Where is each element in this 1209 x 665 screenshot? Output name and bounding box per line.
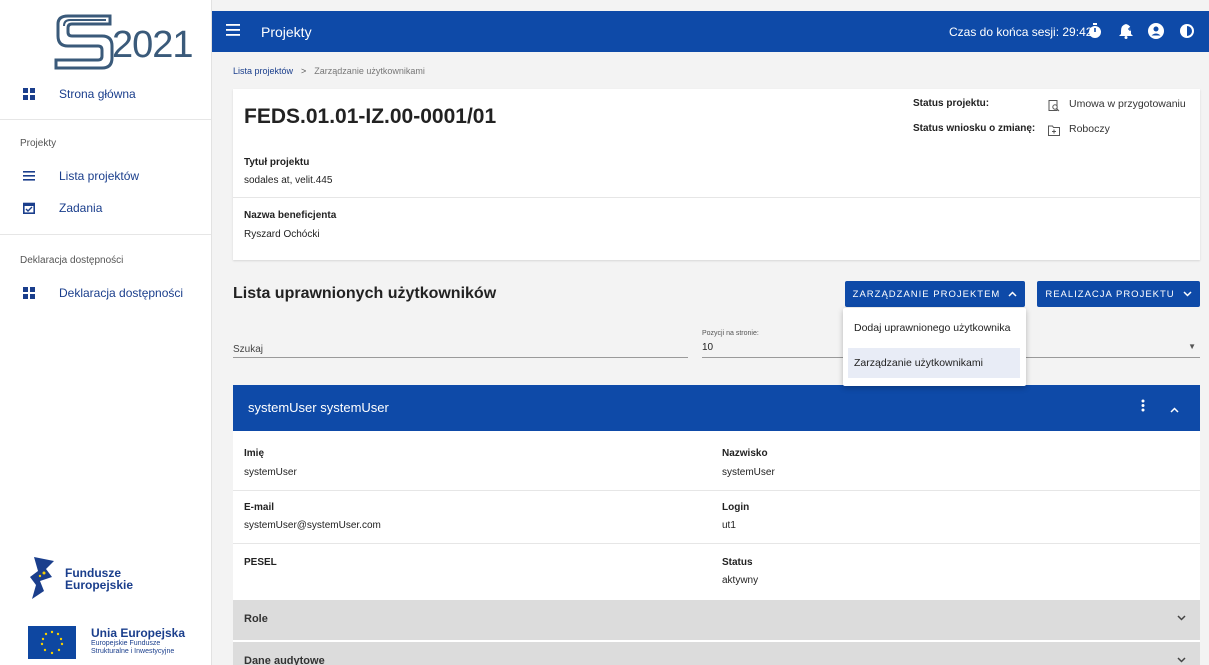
divider	[233, 490, 1200, 491]
chevron-up-icon[interactable]	[1170, 401, 1179, 416]
breadcrumb: Lista projektów > Zarządzanie użytkownikam…	[233, 66, 425, 76]
project-status-value: Umowa w przygotowaniu	[1069, 98, 1186, 110]
breadcrumb-link-project-list[interactable]: Lista projektów	[233, 66, 293, 76]
section-label-accessibility: Deklaracja dostępności	[20, 255, 124, 266]
project-realization-button-label: REALIZACJA PROJEKTU	[1045, 288, 1175, 300]
account-icon[interactable]	[1147, 22, 1165, 40]
sidebar-item-project-list[interactable]: Lista projektów	[0, 161, 211, 191]
login-value: ut1	[722, 520, 736, 531]
eu-logo: Unia Europejska Europejskie Fundusze Str…	[28, 622, 208, 665]
sidebar-item-home[interactable]: Strona główna	[0, 79, 211, 109]
audit-data-section-toggle[interactable]: Dane audytowe	[233, 642, 1200, 665]
last-name-label: Nazwisko	[722, 448, 768, 459]
project-title-label: Tytuł projektu	[244, 157, 310, 168]
roles-section-label: Role	[244, 613, 268, 625]
divider	[0, 234, 211, 235]
project-management-button-label: ZARZĄDZANIE PROJEKTEM	[852, 288, 1001, 300]
breadcrumb-separator: >	[301, 66, 307, 76]
change-request-status-value: Roboczy	[1069, 123, 1110, 135]
chevron-down-icon	[1183, 289, 1192, 300]
list-title: Lista uprawnionych użytkowników	[233, 285, 497, 302]
list-icon	[22, 169, 36, 183]
sidebar-item-tasks[interactable]: Zadania	[0, 193, 211, 223]
funds-logo-icon	[30, 557, 54, 599]
project-title-value: sodales at, velit.445	[244, 175, 333, 186]
eu-logo-line3: Strukturalne i Inwestycyjne	[91, 648, 175, 655]
top-bar: Projekty Czas do końca sesji: 29:42	[212, 11, 1209, 52]
contrast-icon[interactable]	[1178, 22, 1196, 40]
dashboard-icon	[22, 87, 36, 101]
sidebar-item-label: Zadania	[59, 201, 103, 215]
eu-logo-line1: Unia Europejska	[91, 626, 186, 640]
audit-data-section-label: Dane audytowe	[244, 655, 325, 665]
email-value: systemUser@systemUser.com	[244, 520, 381, 531]
eu-flag-icon	[28, 626, 76, 659]
project-management-menu: Dodaj uprawnionego użytkownika Zarządzan…	[843, 308, 1026, 386]
project-realization-button[interactable]: REALIZACJA PROJEKTU	[1037, 281, 1200, 307]
status-value: aktywny	[722, 575, 759, 586]
more-vert-icon[interactable]	[1141, 399, 1145, 415]
logo-year: 2021	[112, 24, 194, 66]
email-label: E-mail	[244, 502, 275, 513]
logo-s-icon	[54, 14, 114, 70]
beneficiary-value: Ryszard Ochócki	[244, 229, 320, 240]
app-logo[interactable]: 2021	[50, 10, 194, 72]
funds-logo: Fundusze Europejskie	[28, 555, 188, 605]
first-name-label: Imię	[244, 448, 265, 459]
user-panel-title: systemUser systemUser	[248, 400, 389, 415]
chevron-down-icon	[1177, 613, 1186, 624]
section-label-projects: Projekty	[20, 138, 57, 149]
first-name-value: systemUser	[244, 467, 297, 478]
search-input[interactable]: Szukaj	[233, 334, 688, 358]
notifications-icon[interactable]	[1117, 22, 1135, 40]
divider	[233, 543, 1200, 544]
page-title: Projekty	[261, 23, 312, 40]
user-panel: systemUser systemUser Imię systemUser Na…	[233, 385, 1200, 665]
eu-logo-line2: Europejskie Fundusze	[91, 640, 161, 647]
sidebar-item-label: Lista projektów	[59, 169, 140, 183]
divider	[0, 119, 211, 120]
status-label: Status	[722, 557, 753, 568]
project-status-label: Status projektu:	[913, 98, 990, 109]
dropdown-arrow-icon: ▼	[1188, 342, 1196, 351]
per-page-value: 10	[702, 342, 714, 353]
sidebar: 2021 Strona główna Projekty Lista projek…	[0, 0, 212, 665]
change-request-status-label: Status wniosku o zmianę:	[913, 123, 1036, 134]
search-placeholder: Szukaj	[233, 344, 264, 355]
funds-logo-line2: Europejskie	[65, 578, 134, 592]
login-label: Login	[722, 502, 750, 513]
breadcrumb-current: Zarządzanie użytkownikami	[314, 66, 425, 76]
document-search-icon	[1048, 99, 1060, 112]
session-timer-text: Czas do końca sesji: 29:42	[949, 24, 1093, 39]
chevron-down-icon	[1177, 655, 1186, 665]
folder-icon	[1048, 123, 1060, 136]
pesel-label: PESEL	[244, 557, 277, 568]
beneficiary-label: Nazwa beneficjenta	[244, 210, 337, 221]
sidebar-item-accessibility[interactable]: Deklaracja dostępności	[0, 278, 211, 308]
sidebar-item-label: Deklaracja dostępności	[59, 286, 184, 300]
per-page-label: Pozycji na stronie:	[702, 330, 759, 337]
divider	[233, 197, 1200, 198]
timer-icon[interactable]	[1086, 22, 1104, 40]
menu-item-user-management[interactable]: Zarządzanie użytkownikami	[848, 348, 1020, 378]
project-id: FEDS.01.01-IZ.00-0001/01	[244, 105, 497, 128]
chevron-up-icon	[1008, 289, 1017, 300]
dashboard-icon	[22, 286, 36, 300]
sidebar-item-label: Strona główna	[59, 87, 136, 101]
roles-section-toggle[interactable]: Role	[233, 600, 1200, 640]
project-management-button[interactable]: ZARZĄDZANIE PROJEKTEM	[845, 281, 1025, 307]
hamburger-menu-icon[interactable]	[226, 23, 240, 37]
user-panel-header[interactable]: systemUser systemUser	[233, 385, 1200, 431]
task-icon	[22, 201, 36, 215]
last-name-value: systemUser	[722, 467, 775, 478]
menu-item-add-user[interactable]: Dodaj uprawnionego użytkownika	[848, 313, 1020, 343]
project-card: FEDS.01.01-IZ.00-0001/01 Status projektu…	[233, 89, 1200, 260]
